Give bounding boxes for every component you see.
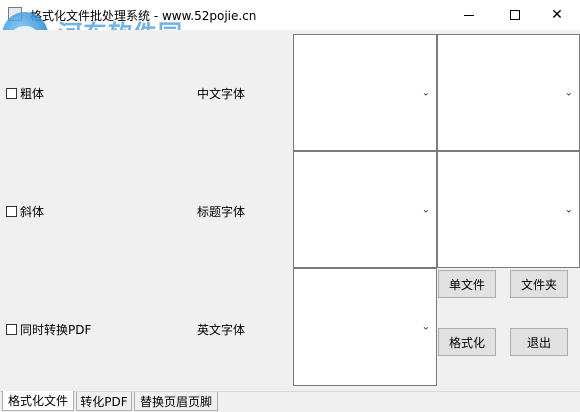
checkbox-icon xyxy=(6,88,17,99)
italic-checkbox[interactable]: 斜体 xyxy=(6,203,44,220)
italic-label: 斜体 xyxy=(20,205,45,219)
title-font-combo-1[interactable]: ⌄ xyxy=(293,151,437,268)
minimize-icon xyxy=(464,14,474,16)
main-panel: 粗体 中文字体 ⌄ ⌄ 斜体 标题字体 ⌄ ⌄ 同时转换PDF 英文字体 ⌄ 单… xyxy=(0,30,580,391)
minimize-button[interactable] xyxy=(446,0,492,30)
chevron-down-icon: ⌄ xyxy=(564,204,573,215)
title-bar: 格式化文件批处理系统 - www.52pojie.cn ✕ xyxy=(0,0,580,30)
chinese-font-combo-1[interactable]: ⌄ xyxy=(293,34,437,151)
chevron-down-icon: ⌄ xyxy=(564,87,573,98)
tab-convert-pdf[interactable]: 转化PDF xyxy=(76,392,132,411)
close-icon: ✕ xyxy=(551,7,563,23)
single-file-button[interactable]: 单文件 xyxy=(438,270,496,298)
english-font-label: 英文字体 xyxy=(197,323,246,337)
folder-button[interactable]: 文件夹 xyxy=(510,270,568,298)
tab-format-file[interactable]: 格式化文件 xyxy=(2,391,74,411)
bold-checkbox[interactable]: 粗体 xyxy=(6,85,44,102)
chinese-font-label: 中文字体 xyxy=(197,87,246,101)
english-font-combo[interactable]: ⌄ xyxy=(293,268,437,386)
chevron-down-icon: ⌄ xyxy=(421,87,430,98)
maximize-icon xyxy=(510,10,520,20)
window-title: 格式化文件批处理系统 - www.52pojie.cn xyxy=(30,9,257,23)
tab-replace-header-footer[interactable]: 替换页眉页脚 xyxy=(134,392,218,411)
checkbox-icon xyxy=(6,206,17,217)
checkbox-icon xyxy=(6,324,17,335)
tab-bar: 格式化文件 转化PDF 替换页眉页脚 xyxy=(0,391,580,412)
maximize-button[interactable] xyxy=(492,0,538,30)
chevron-down-icon: ⌄ xyxy=(421,204,430,215)
app-icon xyxy=(8,7,22,21)
convert-pdf-checkbox[interactable]: 同时转换PDF xyxy=(6,321,91,338)
close-button[interactable]: ✕ xyxy=(534,0,580,30)
title-font-combo-2[interactable]: ⌄ xyxy=(437,151,580,268)
title-font-label: 标题字体 xyxy=(197,205,246,219)
convert-pdf-label: 同时转换PDF xyxy=(20,323,92,337)
bold-label: 粗体 xyxy=(20,87,45,101)
chinese-font-combo-2[interactable]: ⌄ xyxy=(437,34,580,151)
format-button[interactable]: 格式化 xyxy=(438,328,496,356)
chevron-down-icon: ⌄ xyxy=(421,321,430,333)
exit-button[interactable]: 退出 xyxy=(510,328,568,356)
